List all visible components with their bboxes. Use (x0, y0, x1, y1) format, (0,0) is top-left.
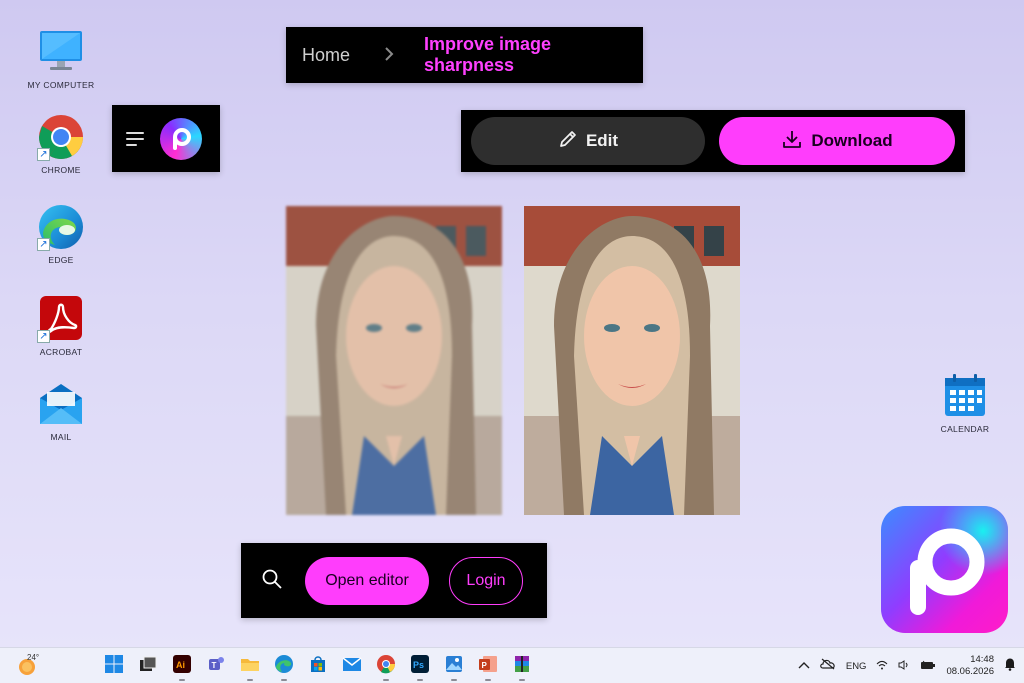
onedrive-icon[interactable] (820, 657, 836, 675)
edit-button[interactable]: Edit (471, 117, 705, 165)
svg-text:P: P (482, 661, 488, 670)
mail-icon[interactable] (340, 652, 364, 676)
desktop-icon-label: CHROME (41, 165, 81, 175)
chrome-icon[interactable] (374, 652, 398, 681)
monitor-icon (37, 28, 85, 76)
photos-icon[interactable] (442, 652, 466, 681)
mail-icon (37, 380, 85, 428)
calendar-icon (941, 372, 989, 420)
powerpoint-icon[interactable]: P (476, 652, 500, 681)
language-indicator[interactable]: ENG (846, 661, 867, 672)
chrome-icon: ↗ (37, 113, 85, 161)
shortcut-arrow-icon: ↗ (37, 238, 50, 251)
desktop-icon-mail[interactable]: MAIL (16, 380, 106, 442)
desktop-icon-label: EDGE (48, 255, 74, 265)
hamburger-icon[interactable] (126, 131, 144, 146)
clock-time: 14:48 (970, 654, 994, 665)
download-button-label: Download (811, 131, 893, 150)
desktop-icon-label: MY COMPUTER (27, 80, 95, 90)
illustrator-icon[interactable]: Ai (170, 652, 194, 681)
before-image (286, 206, 502, 515)
desktop-icon-edge[interactable]: ↗ EDGE (16, 203, 106, 265)
chevron-up-icon[interactable] (798, 657, 810, 675)
breadcrumb-current-page: Improve image sharpness (424, 34, 552, 75)
clock-date: 08.06.2026 (946, 666, 994, 677)
desktop-icon-my-computer[interactable]: MY COMPUTER (16, 28, 106, 90)
windows-start-icon[interactable] (102, 652, 126, 676)
desktop-icon-label: CALENDAR (940, 424, 990, 434)
login-button[interactable]: Login (449, 556, 523, 605)
weather-temp: 24° (27, 653, 40, 662)
notification-bell-icon[interactable] (1004, 657, 1016, 676)
desktop-icon-chrome[interactable]: ↗ CHROME (16, 113, 106, 175)
shortcut-arrow-icon: ↗ (37, 330, 50, 343)
desktop-icon-calendar[interactable]: CALENDAR (920, 372, 1010, 434)
edge-icon: ↗ (37, 203, 85, 251)
clock[interactable]: 14:48 08.06.2026 (946, 654, 994, 678)
breadcrumb: Home Improve image sharpness (286, 27, 643, 83)
file-explorer-icon[interactable] (238, 652, 262, 681)
shortcut-arrow-icon: ↗ (37, 148, 50, 161)
picsart-app-logo-icon (881, 506, 1008, 633)
picsart-logo-icon[interactable] (160, 117, 202, 160)
download-button[interactable]: Download (719, 117, 955, 165)
store-icon[interactable] (306, 652, 330, 676)
weather-widget[interactable]: 24° (17, 653, 47, 679)
volume-icon[interactable] (898, 657, 910, 675)
actions-toolbar: Edit Download (461, 110, 965, 172)
breadcrumb-home-link[interactable]: Home (302, 45, 350, 66)
after-image (524, 206, 740, 515)
task-view-icon[interactable] (136, 652, 160, 676)
taskbar: 24° Ai T Ps P ENG 14:48 08.06.2026 (0, 647, 1024, 683)
open-editor-button[interactable]: Open editor (305, 556, 429, 605)
acrobat-icon: ↗ (37, 295, 85, 343)
bottom-action-bar: Open editor Login (241, 543, 547, 618)
chevron-right-icon (384, 43, 394, 67)
edit-button-label: Edit (585, 131, 619, 150)
svg-text:T: T (212, 661, 217, 670)
header-logo-panel (112, 105, 220, 172)
pencil-icon (558, 129, 578, 154)
battery-icon[interactable] (920, 657, 936, 675)
download-icon (781, 128, 803, 155)
svg-text:Ps: Ps (413, 660, 424, 670)
desktop-icon-label: ACROBAT (39, 347, 83, 357)
photoshop-icon[interactable]: Ps (408, 652, 432, 681)
system-tray: ENG 14:48 08.06.2026 (798, 648, 1016, 683)
desktop-icon-acrobat[interactable]: ↗ ACROBAT (16, 295, 106, 357)
edge-icon[interactable] (272, 652, 296, 681)
desktop-icon-label: MAIL (50, 432, 72, 442)
search-icon[interactable] (261, 568, 283, 594)
svg-text:Ai: Ai (176, 660, 185, 670)
wifi-icon[interactable] (876, 657, 888, 675)
winrar-icon[interactable] (510, 652, 534, 681)
teams-icon[interactable]: T (204, 652, 228, 676)
